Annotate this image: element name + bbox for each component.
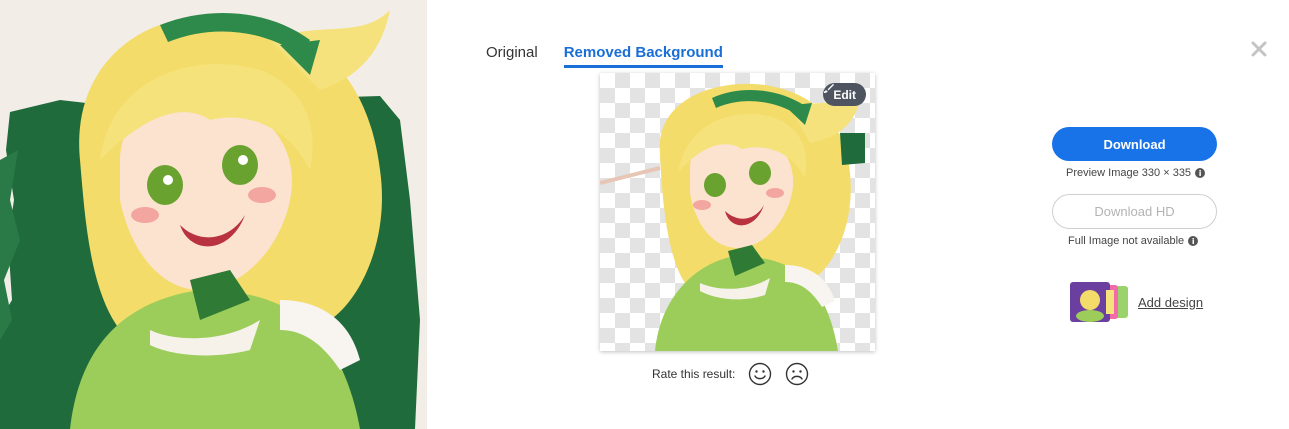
add-design-button[interactable]: Add design: [1070, 282, 1203, 322]
rating-label: Rate this result:: [652, 367, 736, 381]
removed-background-preview: Edit: [600, 73, 875, 351]
view-tabs: Original Removed Background: [486, 44, 723, 68]
info-icon[interactable]: i: [1195, 168, 1206, 178]
cutout-image: [600, 83, 865, 351]
preview-note: Preview Image 330 × 335 i: [1066, 167, 1206, 179]
edit-button-label: Edit: [833, 87, 856, 102]
design-thumbnails: [1070, 282, 1130, 322]
close-icon[interactable]: [1250, 40, 1268, 58]
frowning-face-icon[interactable]: [785, 362, 809, 386]
tab-original[interactable]: Original: [486, 44, 538, 68]
add-design-label: Add design: [1138, 294, 1204, 310]
full-image-note-text: Full Image not available: [1068, 235, 1185, 247]
edit-button[interactable]: Edit: [823, 83, 866, 106]
paintbrush-icon: [824, 83, 835, 94]
rating-bar: Rate this result:: [652, 362, 809, 386]
preview-note-text: Preview Image 330 × 335: [1066, 167, 1192, 179]
info-icon[interactable]: i: [1188, 236, 1199, 246]
download-hd-button[interactable]: Download HD: [1052, 194, 1217, 229]
original-image: [0, 0, 427, 429]
download-button[interactable]: Download: [1052, 127, 1217, 161]
smiley-face-icon[interactable]: [748, 362, 772, 386]
tab-removed-background[interactable]: Removed Background: [563, 44, 723, 68]
full-image-note: Full Image not available i: [1068, 235, 1199, 247]
